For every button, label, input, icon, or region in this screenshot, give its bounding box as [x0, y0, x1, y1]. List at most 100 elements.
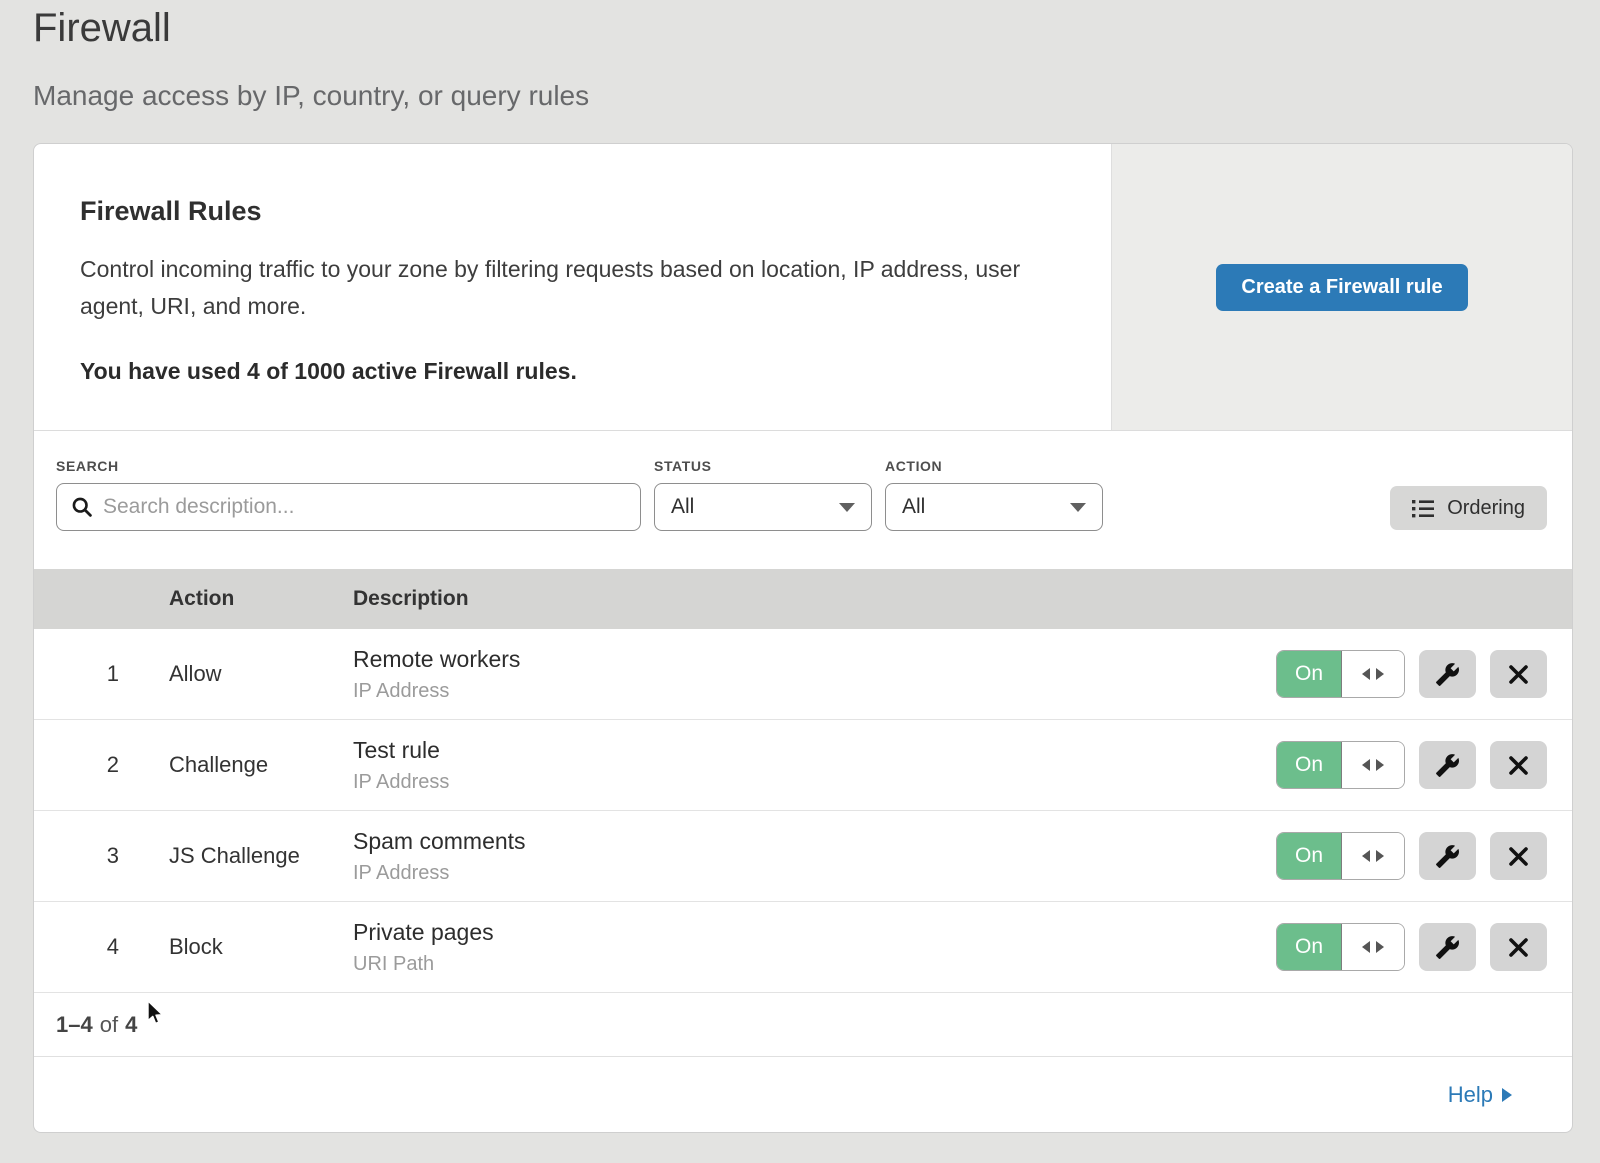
action-selected-value: All — [902, 495, 925, 519]
rule-enabled-toggle[interactable]: On — [1276, 741, 1405, 789]
delete-rule-button[interactable] — [1490, 923, 1547, 971]
rule-enabled-toggle[interactable]: On — [1276, 923, 1405, 971]
page-title: Firewall — [33, 6, 171, 51]
rule-match-field: IP Address — [353, 771, 1276, 794]
wrench-icon — [1435, 753, 1460, 778]
close-icon — [1508, 755, 1529, 776]
rule-priority: 2 — [34, 752, 119, 778]
ordering-button-label: Ordering — [1447, 497, 1525, 520]
toggle-handle[interactable] — [1341, 924, 1404, 970]
rule-action: Allow — [169, 661, 353, 687]
toggle-handle[interactable] — [1341, 651, 1404, 697]
toggle-on-label: On — [1277, 742, 1341, 788]
toggle-on-label: On — [1277, 924, 1341, 970]
rule-controls: On — [1276, 832, 1547, 880]
rule-controls: On — [1276, 923, 1547, 971]
rule-description-cell: Remote workers IP Address — [353, 646, 1276, 703]
rule-description-cell: Spam comments IP Address — [353, 828, 1276, 885]
rule-controls: On — [1276, 741, 1547, 789]
rule-match-field: IP Address — [353, 862, 1276, 885]
page-subtitle: Manage access by IP, country, or query r… — [33, 80, 589, 112]
ordering-button[interactable]: Ordering — [1390, 486, 1547, 530]
search-input[interactable] — [103, 495, 640, 519]
rule-priority: 4 — [34, 934, 119, 960]
toggle-handle[interactable] — [1341, 833, 1404, 879]
create-rule-panel: Create a Firewall rule — [1111, 144, 1572, 430]
help-link-label: Help — [1448, 1082, 1493, 1108]
panel-usage-text: You have used 4 of 1000 active Firewall … — [80, 358, 1051, 385]
arrow-left-icon — [1362, 759, 1370, 771]
rule-action: JS Challenge — [169, 843, 353, 869]
wrench-icon — [1435, 935, 1460, 960]
rule-description-cell: Test rule IP Address — [353, 737, 1276, 794]
arrow-left-icon — [1362, 941, 1370, 953]
arrow-left-icon — [1362, 850, 1370, 862]
rule-description: Remote workers — [353, 646, 1276, 673]
card-header-text: Firewall Rules Control incoming traffic … — [34, 144, 1111, 430]
search-box — [56, 483, 641, 531]
close-icon — [1508, 937, 1529, 958]
arrow-left-icon — [1362, 668, 1370, 680]
edit-rule-button[interactable] — [1419, 923, 1476, 971]
toggle-handle[interactable] — [1341, 742, 1404, 788]
delete-rule-button[interactable] — [1490, 832, 1547, 880]
rule-action: Challenge — [169, 752, 353, 778]
rule-description: Spam comments — [353, 828, 1276, 855]
filters-bar: SEARCH STATUS All ACTION All — [34, 431, 1572, 569]
pagination-range: 1–4 — [56, 1012, 93, 1038]
close-icon — [1508, 664, 1529, 685]
action-select[interactable]: All — [885, 483, 1103, 531]
edit-rule-button[interactable] — [1419, 741, 1476, 789]
rule-priority: 3 — [34, 843, 119, 869]
pagination-total: 4 — [125, 1012, 137, 1038]
action-label: ACTION — [885, 458, 942, 474]
arrow-right-icon — [1376, 941, 1384, 953]
column-header-action: Action — [169, 587, 353, 611]
arrow-right-icon — [1376, 759, 1384, 771]
rule-controls: On — [1276, 650, 1547, 698]
rule-action: Block — [169, 934, 353, 960]
delete-rule-button[interactable] — [1490, 650, 1547, 698]
close-icon — [1508, 846, 1529, 867]
card-header: Firewall Rules Control incoming traffic … — [34, 144, 1572, 431]
search-label: SEARCH — [56, 458, 119, 474]
rule-description-cell: Private pages URI Path — [353, 919, 1276, 976]
status-label: STATUS — [654, 458, 712, 474]
firewall-rules-card: Firewall Rules Control incoming traffic … — [33, 143, 1573, 1133]
table-row: 2 Challenge Test rule IP Address On — [34, 720, 1572, 811]
status-selected-value: All — [671, 495, 694, 519]
arrow-right-icon — [1376, 668, 1384, 680]
panel-title: Firewall Rules — [80, 196, 1051, 227]
delete-rule-button[interactable] — [1490, 741, 1547, 789]
rule-match-field: URI Path — [353, 953, 1276, 976]
arrow-right-icon — [1502, 1088, 1512, 1102]
help-link[interactable]: Help — [1448, 1082, 1512, 1108]
arrow-right-icon — [1376, 850, 1384, 862]
rule-enabled-toggle[interactable]: On — [1276, 650, 1405, 698]
rule-enabled-toggle[interactable]: On — [1276, 832, 1405, 880]
ordering-list-icon — [1412, 499, 1435, 518]
table-header: Action Description — [34, 569, 1572, 629]
rule-description: Private pages — [353, 919, 1276, 946]
edit-rule-button[interactable] — [1419, 650, 1476, 698]
wrench-icon — [1435, 662, 1460, 687]
table-row: 3 JS Challenge Spam comments IP Address … — [34, 811, 1572, 902]
rule-match-field: IP Address — [353, 680, 1276, 703]
table-row: 4 Block Private pages URI Path On — [34, 902, 1572, 993]
status-select[interactable]: All — [654, 483, 872, 531]
pagination: 1–4 of 4 — [34, 993, 1572, 1056]
chevron-down-icon — [839, 503, 855, 512]
rule-priority: 1 — [34, 661, 119, 687]
toggle-on-label: On — [1277, 833, 1341, 879]
edit-rule-button[interactable] — [1419, 832, 1476, 880]
firewall-page: { "page": { "title": "Firewall", "subtit… — [0, 0, 1600, 1163]
create-firewall-rule-button[interactable]: Create a Firewall rule — [1216, 264, 1468, 311]
pagination-of: of — [100, 1012, 118, 1038]
panel-description: Control incoming traffic to your zone by… — [80, 251, 1030, 325]
search-icon — [71, 496, 93, 518]
column-header-description: Description — [353, 587, 469, 611]
wrench-icon — [1435, 844, 1460, 869]
toggle-on-label: On — [1277, 651, 1341, 697]
rule-description: Test rule — [353, 737, 1276, 764]
card-footer: Help — [34, 1056, 1572, 1133]
